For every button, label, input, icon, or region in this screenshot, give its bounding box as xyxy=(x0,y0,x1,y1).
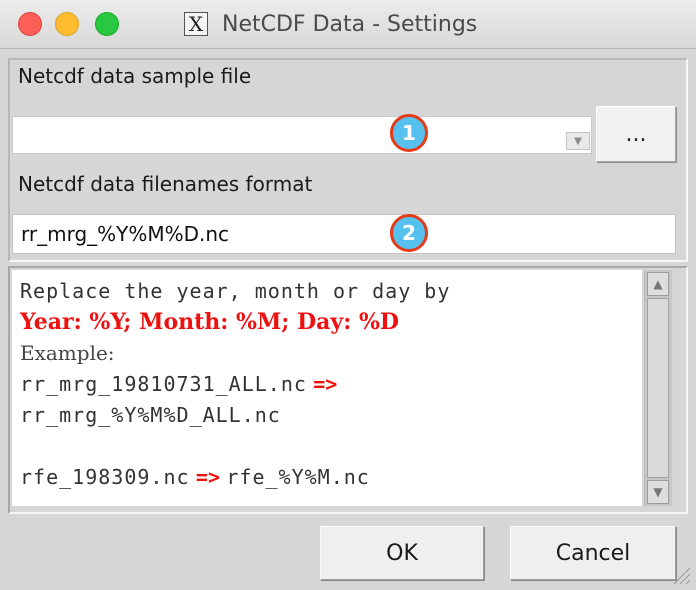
example-1-filename: rr_mrg_19810731_ALL.nc xyxy=(20,372,307,396)
example-2-arrow: => xyxy=(195,465,220,489)
title-bar: X NetCDF Data - Settings xyxy=(0,0,696,49)
help-example-1: rr_mrg_19810731_ALL.nc => xyxy=(20,369,642,400)
example-2-format: rfe_%Y%M.nc xyxy=(226,465,370,489)
annotation-badge-1: 1 xyxy=(390,114,428,152)
help-line-example-heading: Example: xyxy=(20,341,115,365)
maximize-window-button[interactable] xyxy=(95,12,119,36)
example-2-filename: rfe_198309.nc xyxy=(20,465,190,489)
filename-format-input[interactable]: rr_mrg_%Y%M%D.nc xyxy=(12,214,676,254)
scrollbar-thumb[interactable] xyxy=(647,298,669,478)
settings-window: X NetCDF Data - Settings Netcdf data sam… xyxy=(0,0,696,590)
window-title: X NetCDF Data - Settings xyxy=(184,10,477,38)
scroll-down-arrow-icon[interactable]: ▼ xyxy=(647,480,669,504)
browse-file-button[interactable]: ... xyxy=(596,106,676,162)
help-line-format-codes: Year: %Y; Month: %M; Day: %D xyxy=(20,309,399,335)
sample-file-label: Netcdf data sample file xyxy=(18,64,252,88)
help-blank-line xyxy=(20,431,642,462)
minimize-window-button[interactable] xyxy=(55,12,79,36)
cancel-button[interactable]: Cancel xyxy=(510,526,676,580)
sample-file-combobox[interactable] xyxy=(12,116,592,154)
window-title-text: NetCDF Data - Settings xyxy=(222,11,478,37)
resize-grip-icon[interactable] xyxy=(670,564,692,586)
ok-button[interactable]: OK xyxy=(320,526,484,580)
annotation-badge-2: 2 xyxy=(390,214,428,252)
help-example-2: rfe_198309.nc => rfe_%Y%M.nc xyxy=(20,462,642,493)
help-line-instructions: Replace the year, month or day by xyxy=(20,279,451,303)
close-window-button[interactable] xyxy=(18,12,42,36)
filename-format-label: Netcdf data filenames format xyxy=(18,172,313,196)
scroll-up-arrow-icon[interactable]: ▲ xyxy=(647,272,669,296)
example-1-arrow: => xyxy=(313,372,338,396)
example-1-format: rr_mrg_%Y%M%D_ALL.nc xyxy=(20,403,281,427)
help-text-area[interactable]: Replace the year, month or day by Year: … xyxy=(12,270,642,506)
chevron-down-icon[interactable]: ▼ xyxy=(566,132,590,150)
app-x-icon: X xyxy=(184,12,208,36)
